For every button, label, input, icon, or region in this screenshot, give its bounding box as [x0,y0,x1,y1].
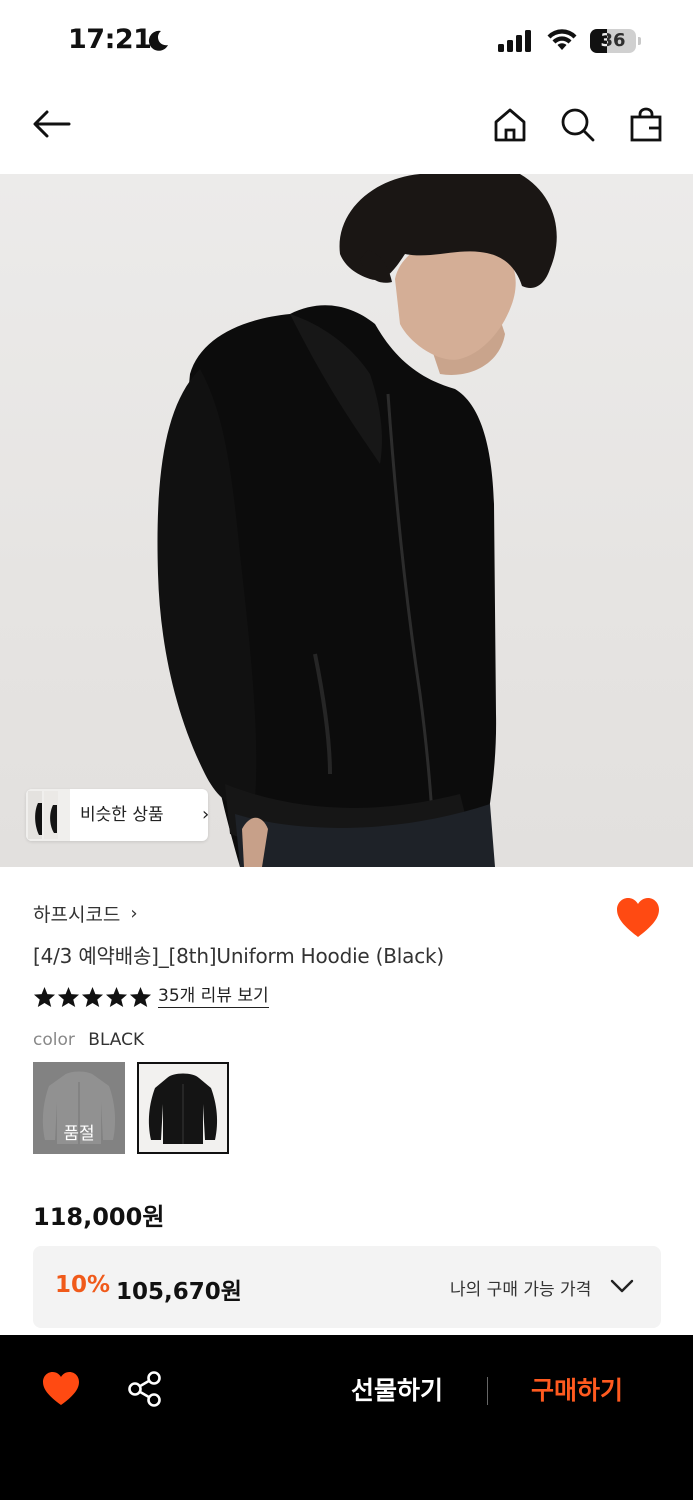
brand-name: 하프시코드 [33,903,121,926]
buy-button[interactable]: 구매하기 [510,1371,644,1411]
similar-products-label: 비슷한 상품 [80,805,164,825]
gift-button[interactable]: 선물하기 [330,1371,464,1411]
back-button[interactable] [29,102,73,146]
color-swatch-black[interactable] [137,1062,229,1154]
star-icon [105,986,128,1008]
search-icon [561,108,595,142]
chevron-down-icon[interactable] [609,1276,635,1296]
product-image[interactable]: 비슷한 상품 › [0,174,693,867]
status-bar: 17:21 36 [0,0,693,82]
arrow-left-icon [33,110,71,138]
cellular-signal-icon [498,30,531,52]
bottom-action-bar: 선물하기 구매하기 [0,1335,693,1500]
chevron-right-icon: › [130,902,138,924]
favorite-heart-icon[interactable] [42,1371,80,1407]
color-row: color BLACK [33,1030,144,1054]
battery-indicator: 36 [590,29,642,53]
my-purchasable-price-label: 나의 구매 가능 가격 [450,1280,592,1300]
star-icon [57,986,80,1008]
rating-stars [33,986,152,1008]
product-photo-illustration [157,174,557,867]
original-price: 118,000원 [33,1203,165,1231]
star-icon [33,986,56,1008]
home-icon [494,108,526,142]
my-price-panel[interactable]: 10% 105,670원 나의 구매 가능 가격 [33,1246,661,1328]
star-icon [81,986,104,1008]
do-not-disturb-moon-icon [148,30,168,51]
cart-button[interactable] [624,103,668,147]
review-link[interactable]: 35개 리뷰 보기 [158,986,269,1008]
share-icon[interactable] [127,1370,163,1408]
color-label: color [33,1030,75,1050]
shopping-bag-icon [630,107,662,142]
search-button[interactable] [556,103,600,147]
discount-price: 105,670원 [116,1279,242,1305]
black-hoodie-thumbnail [139,1064,227,1152]
chevron-right-icon: › [202,789,208,841]
product-title: [4/3 예약배송]_[8th]Uniform Hoodie (Black) [33,944,445,968]
top-navigation [0,82,693,174]
rating-row: 35개 리뷰 보기 [33,984,269,1010]
favorite-heart-icon[interactable] [615,896,661,940]
sold-out-label: 품절 [63,1124,95,1144]
color-swatch-gray[interactable]: 품절 [33,1062,125,1154]
similar-products-thumbnail [26,789,70,841]
discount-rate: 10% [55,1272,111,1298]
status-time: 17:21 [68,24,152,55]
divider [487,1377,488,1405]
similar-products-button[interactable]: 비슷한 상품 › [26,789,208,841]
color-value: BLACK [88,1030,145,1050]
home-button[interactable] [488,103,532,147]
wifi-icon [547,29,577,50]
brand-link[interactable]: 하프시코드 › [33,900,138,926]
star-icon [129,986,152,1008]
battery-percentage: 36 [600,30,626,51]
